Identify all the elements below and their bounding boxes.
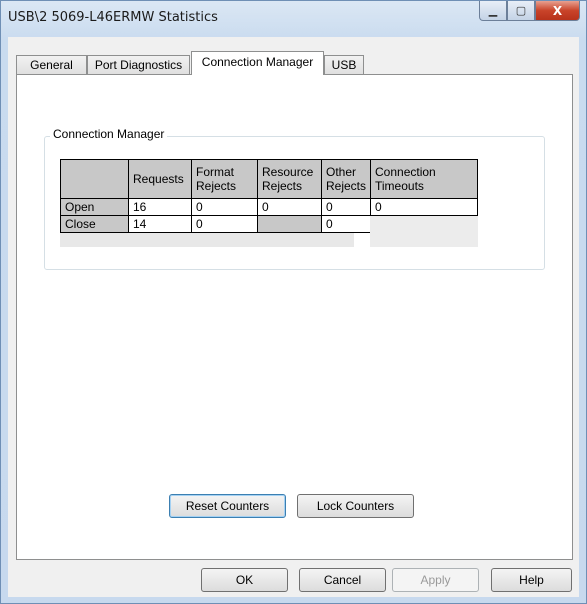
ok-button[interactable]: OK bbox=[201, 568, 288, 592]
window-title: USB\2 5069-L46ERMW Statistics bbox=[8, 10, 218, 25]
table-corner bbox=[60, 159, 129, 199]
column-header-resource-rejects: Resource Rejects bbox=[258, 159, 322, 199]
tab-panel: Connection Manager Requests Format Rejec… bbox=[16, 74, 573, 560]
tab-general[interactable]: General bbox=[16, 55, 87, 74]
tab-port-diagnostics[interactable]: Port Diagnostics bbox=[87, 55, 190, 74]
row-header-close: Close bbox=[60, 216, 129, 233]
close-requests-value: 14 bbox=[129, 216, 192, 233]
connection-manager-table: Requests Format Rejects Resource Rejects… bbox=[60, 159, 392, 247]
maximize-icon: ▢ bbox=[515, 4, 527, 17]
lock-counters-button[interactable]: Lock Counters bbox=[297, 494, 414, 518]
column-header-format-rejects: Format Rejects bbox=[192, 159, 258, 199]
window-controls: ▁ ▢ X bbox=[479, 1, 580, 22]
tab-usb[interactable]: USB bbox=[324, 55, 364, 74]
cancel-button[interactable]: Cancel bbox=[299, 568, 386, 592]
dialog-client-area: General Port Diagnostics Connection Mana… bbox=[8, 37, 579, 597]
reset-counters-button[interactable]: Reset Counters bbox=[169, 494, 286, 518]
close-resource-rejects-value bbox=[258, 216, 322, 233]
help-button[interactable]: Help bbox=[491, 568, 572, 592]
connection-timeouts-value: 0 bbox=[370, 199, 478, 216]
minimize-icon: ▁ bbox=[488, 4, 498, 17]
close-format-rejects-value: 0 bbox=[192, 216, 258, 233]
open-requests-value: 16 bbox=[129, 199, 192, 216]
statistics-window: USB\2 5069-L46ERMW Statistics ▁ ▢ X Gene… bbox=[0, 0, 587, 604]
connection-manager-group-label: Connection Manager bbox=[50, 127, 168, 141]
column-header-requests: Requests bbox=[129, 159, 192, 199]
apply-button[interactable]: Apply bbox=[392, 568, 479, 592]
tab-connection-manager[interactable]: Connection Manager bbox=[191, 51, 324, 75]
close-icon: X bbox=[552, 3, 563, 18]
row-header-open: Open bbox=[60, 199, 129, 216]
open-resource-rejects-value: 0 bbox=[258, 199, 322, 216]
title-bar[interactable]: USB\2 5069-L46ERMW Statistics ▁ ▢ X bbox=[1, 1, 586, 37]
minimize-button[interactable]: ▁ bbox=[479, 1, 507, 21]
close-button[interactable]: X bbox=[535, 1, 580, 21]
column-header-connection-timeouts: Connection Timeouts bbox=[370, 159, 478, 199]
connection-timeouts-table: Connection Timeouts 0 bbox=[370, 159, 478, 247]
maximize-button[interactable]: ▢ bbox=[507, 1, 535, 21]
open-format-rejects-value: 0 bbox=[192, 199, 258, 216]
